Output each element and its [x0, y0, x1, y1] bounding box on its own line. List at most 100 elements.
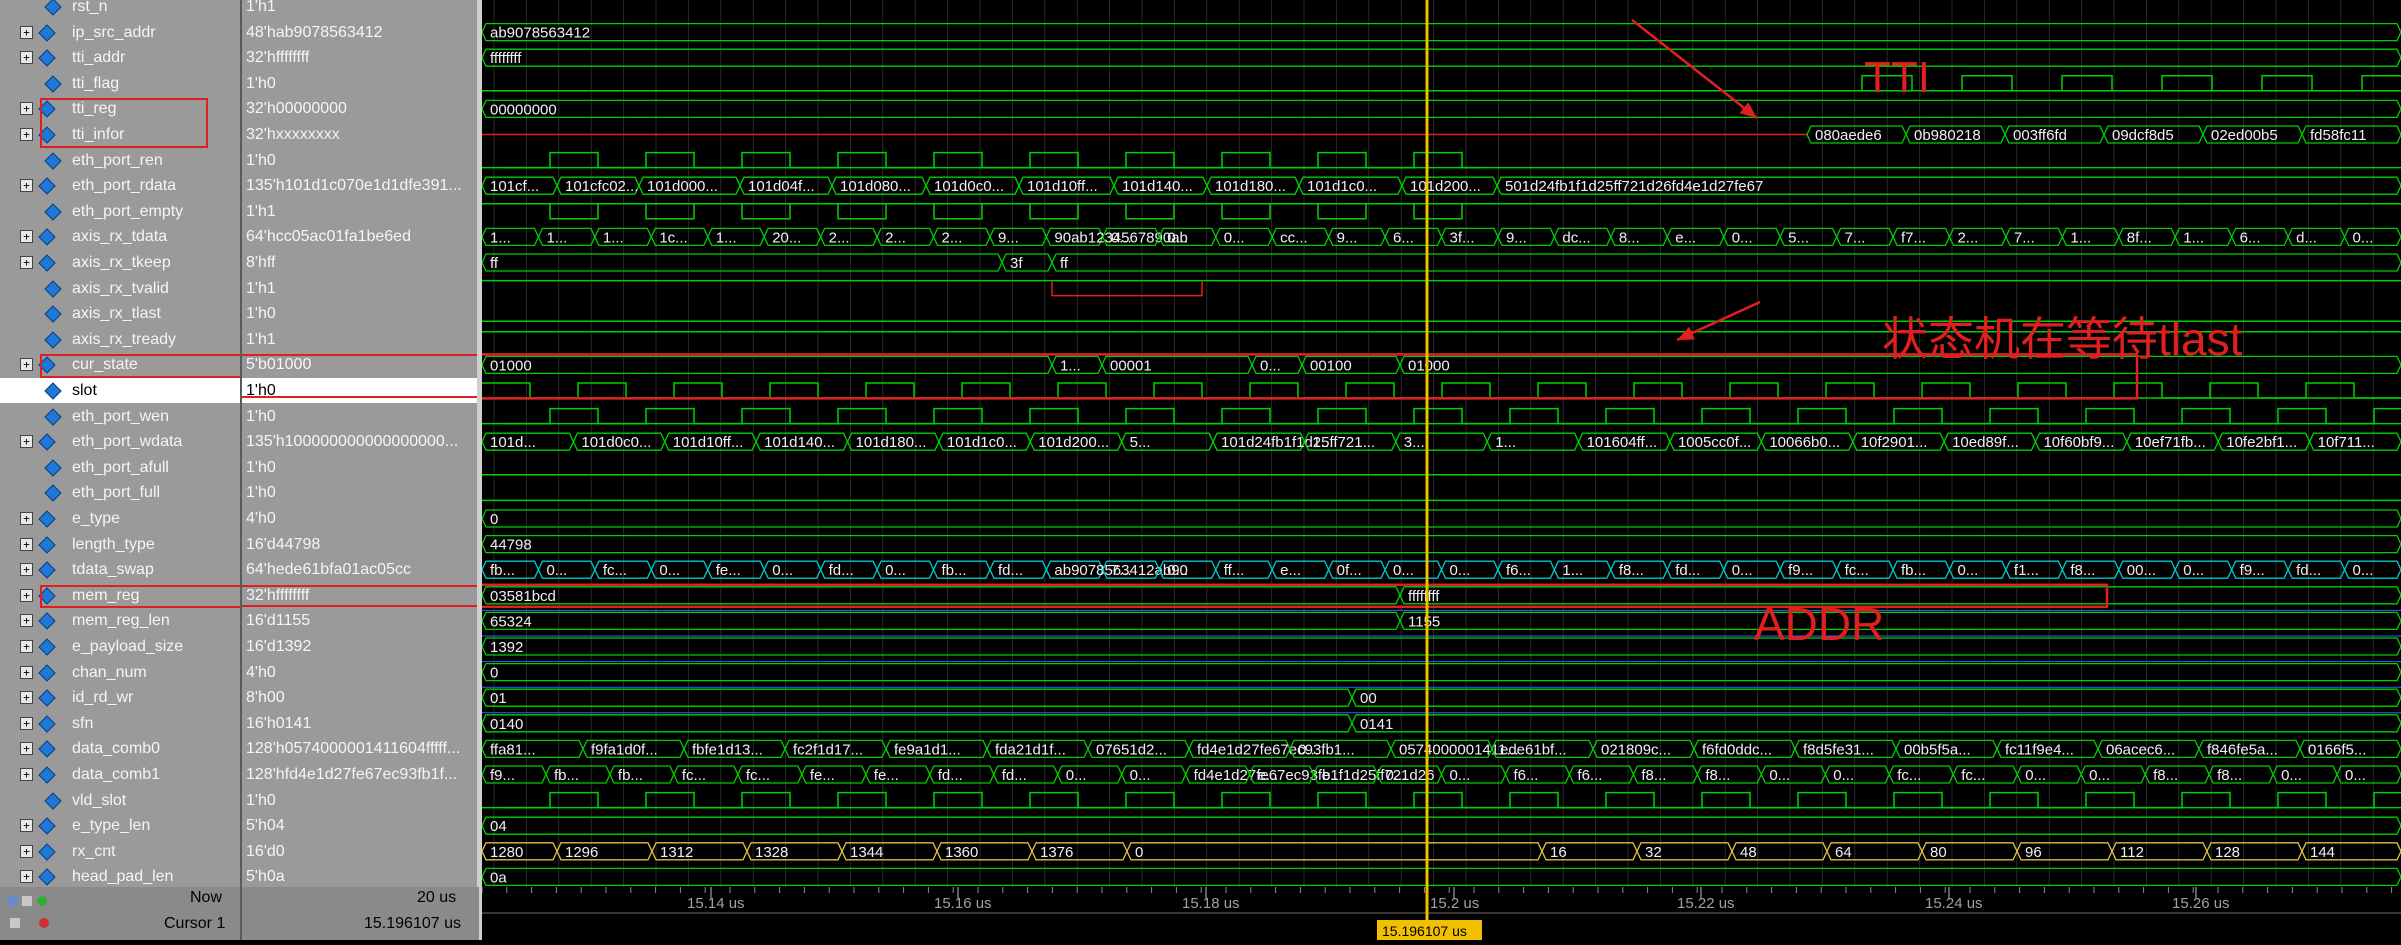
bus-value: f9...: [1788, 562, 1813, 579]
expand-icon[interactable]: +: [20, 819, 33, 833]
expand-icon[interactable]: +: [20, 563, 33, 577]
signal-row-tti-addr[interactable]: + tti_addr: [0, 45, 240, 70]
signal-row-sfn[interactable]: + sfn: [0, 711, 240, 736]
signal-row-tti-flag[interactable]: tti_flag: [0, 71, 240, 96]
signal-name: data_comb0: [72, 740, 161, 758]
signal-row-eth-port-full[interactable]: eth_port_full: [0, 480, 240, 505]
zoom-icons[interactable]: [8, 893, 68, 914]
bus-value: fd...: [829, 562, 854, 579]
signal-row-axis-rx-tkeep[interactable]: + axis_rx_tkeep: [0, 250, 240, 275]
expand-icon[interactable]: +: [20, 51, 33, 65]
signal-row-mem-reg-len[interactable]: + mem_reg_len: [0, 608, 240, 633]
signal-value: 16'd1155: [246, 612, 311, 630]
expand-icon[interactable]: +: [20, 537, 33, 551]
waveform-canvas[interactable]: ab9078563412 ffffffff 00000000 080aede6 0b98…: [482, 0, 2401, 887]
bus-value: fd...: [938, 767, 963, 784]
signal-row-rst-n[interactable]: rst_n: [0, 0, 240, 19]
bus-value: 9...: [1337, 229, 1358, 246]
expand-icon[interactable]: +: [20, 691, 33, 705]
signal-row-axis-rx-tready[interactable]: axis_rx_tready: [0, 327, 240, 352]
bus-value: 101d080...: [840, 178, 911, 195]
signal-row-e-type-len[interactable]: + e_type_len: [0, 813, 240, 838]
bus-wave-head_pad_len: 0a: [482, 867, 2401, 886]
expand-icon[interactable]: +: [20, 512, 33, 525]
signal-row-id-rd-wr[interactable]: + id_rd_wr: [0, 685, 240, 710]
tti-arrow: [1631, 19, 1758, 119]
expand-icon[interactable]: +: [20, 128, 33, 141]
signal-diamond-icon: [44, 382, 62, 400]
signal-row-vld-slot[interactable]: vld_slot: [0, 788, 240, 813]
signal-row-mem-reg[interactable]: + mem_reg: [0, 583, 240, 608]
bus-value: 101d10ff...: [1027, 178, 1098, 195]
now-label: Now: [190, 889, 223, 906]
time-tick-label: 15.26 us: [2172, 895, 2230, 912]
signal-row-tti-reg[interactable]: + tti_reg: [0, 96, 240, 121]
bus-value: 101cf...: [490, 178, 539, 195]
bus-value: 2...: [885, 229, 906, 246]
signal-row-chan-num[interactable]: + chan_num: [0, 660, 240, 685]
signal-value: 4'h0: [246, 510, 276, 527]
signal-row-head-pad-len[interactable]: + head_pad_len: [0, 864, 240, 887]
timeline-ruler[interactable]: 15.14 us 15.16 us 15.18 us 15.2 us 15.22 us 1…: [481, 887, 2401, 940]
status-name-area: Now Cursor 1: [0, 887, 240, 940]
signal-row-e-payload-size[interactable]: + e_payload_size: [0, 634, 240, 659]
cursor-value: 15.196107 us: [364, 915, 461, 932]
bus-value: 0...: [2089, 767, 2110, 784]
signal-row-rx-cnt[interactable]: + rx_cnt: [0, 839, 240, 864]
bus-value: 0...: [1450, 562, 1471, 579]
bus-value: 0...: [2025, 767, 2046, 784]
bus-value: 1280: [490, 844, 523, 861]
signal-row-tdata-swap[interactable]: + tdata_swap: [0, 557, 240, 582]
addr-annotation: ADDR: [1754, 598, 1884, 650]
bus-value: 0...: [1833, 767, 1854, 784]
bus-value: 0...: [1130, 767, 1151, 784]
expand-icon[interactable]: +: [20, 742, 33, 756]
signal-row-eth-port-wdata[interactable]: + eth_port_wdata: [0, 429, 240, 454]
signal-row-cur-state[interactable]: + cur_state: [0, 352, 240, 377]
bus-value: 06acec6...: [2106, 741, 2175, 758]
expand-icon[interactable]: +: [20, 230, 33, 244]
expand-icon[interactable]: +: [20, 768, 33, 781]
expand-icon[interactable]: +: [20, 844, 33, 858]
expand-icon[interactable]: +: [20, 640, 33, 653]
signal-row-axis-rx-tvalid[interactable]: axis_rx_tvalid: [0, 276, 240, 301]
signal-name: tdata_swap: [72, 561, 154, 579]
signal-name: rx_cnt: [72, 842, 116, 860]
signal-row-tti-infor[interactable]: + tti_infor: [0, 122, 240, 147]
expand-icon[interactable]: +: [20, 256, 33, 269]
bus-value: 112: [2120, 844, 2144, 861]
expand-icon[interactable]: +: [20, 102, 33, 116]
bus-value: 9...: [1506, 229, 1527, 246]
expand-icon[interactable]: +: [20, 435, 33, 449]
signal-row-eth-port-rdata[interactable]: + eth_port_rdata: [0, 173, 240, 198]
bus-value: e...: [1322, 767, 1343, 784]
signal-row-eth-port-wen[interactable]: eth_port_wen: [0, 404, 240, 429]
signal-value: 32'h00000000: [246, 100, 347, 118]
expand-icon[interactable]: +: [20, 588, 33, 602]
expand-icon[interactable]: +: [20, 179, 33, 193]
signal-row-e-type[interactable]: + e_type: [0, 506, 240, 531]
cursor-icons[interactable]: [10, 915, 70, 936]
expand-icon[interactable]: +: [20, 870, 33, 884]
expand-icon[interactable]: +: [20, 665, 33, 679]
signal-row-ip-src-addr[interactable]: + ip_src_addr: [0, 20, 240, 45]
waveform-pane[interactable]: ab9078563412 ffffffff 00000000 080aede6 0b98…: [482, 0, 2401, 887]
bus-value: 44798: [490, 537, 532, 554]
bus-value: fc...: [1845, 562, 1869, 579]
expand-icon[interactable]: +: [20, 716, 33, 730]
signal-row-eth-port-empty[interactable]: eth_port_empty: [0, 199, 240, 224]
expand-icon[interactable]: +: [20, 25, 33, 39]
signal-row-axis-rx-tlast[interactable]: axis_rx_tlast: [0, 301, 240, 326]
signal-row-eth-port-ren[interactable]: eth_port_ren: [0, 148, 240, 173]
signal-row-axis-rx-tdata[interactable]: + axis_rx_tdata: [0, 224, 240, 249]
bus-value: 07651d2...: [1096, 741, 1167, 758]
expand-icon[interactable]: +: [20, 358, 33, 372]
expand-icon[interactable]: +: [20, 614, 33, 628]
bus-value: 10f60bf9...: [2043, 434, 2114, 451]
signal-row-eth-port-afull[interactable]: eth_port_afull: [0, 455, 240, 480]
signal-row-data-comb0[interactable]: + data_comb0: [0, 736, 240, 761]
bus-value: 021809c...: [1601, 741, 1671, 758]
signal-row-slot[interactable]: slot: [0, 378, 240, 403]
signal-row-length-type[interactable]: + length_type: [0, 532, 240, 557]
signal-row-data-comb1[interactable]: + data_comb1: [0, 762, 240, 787]
